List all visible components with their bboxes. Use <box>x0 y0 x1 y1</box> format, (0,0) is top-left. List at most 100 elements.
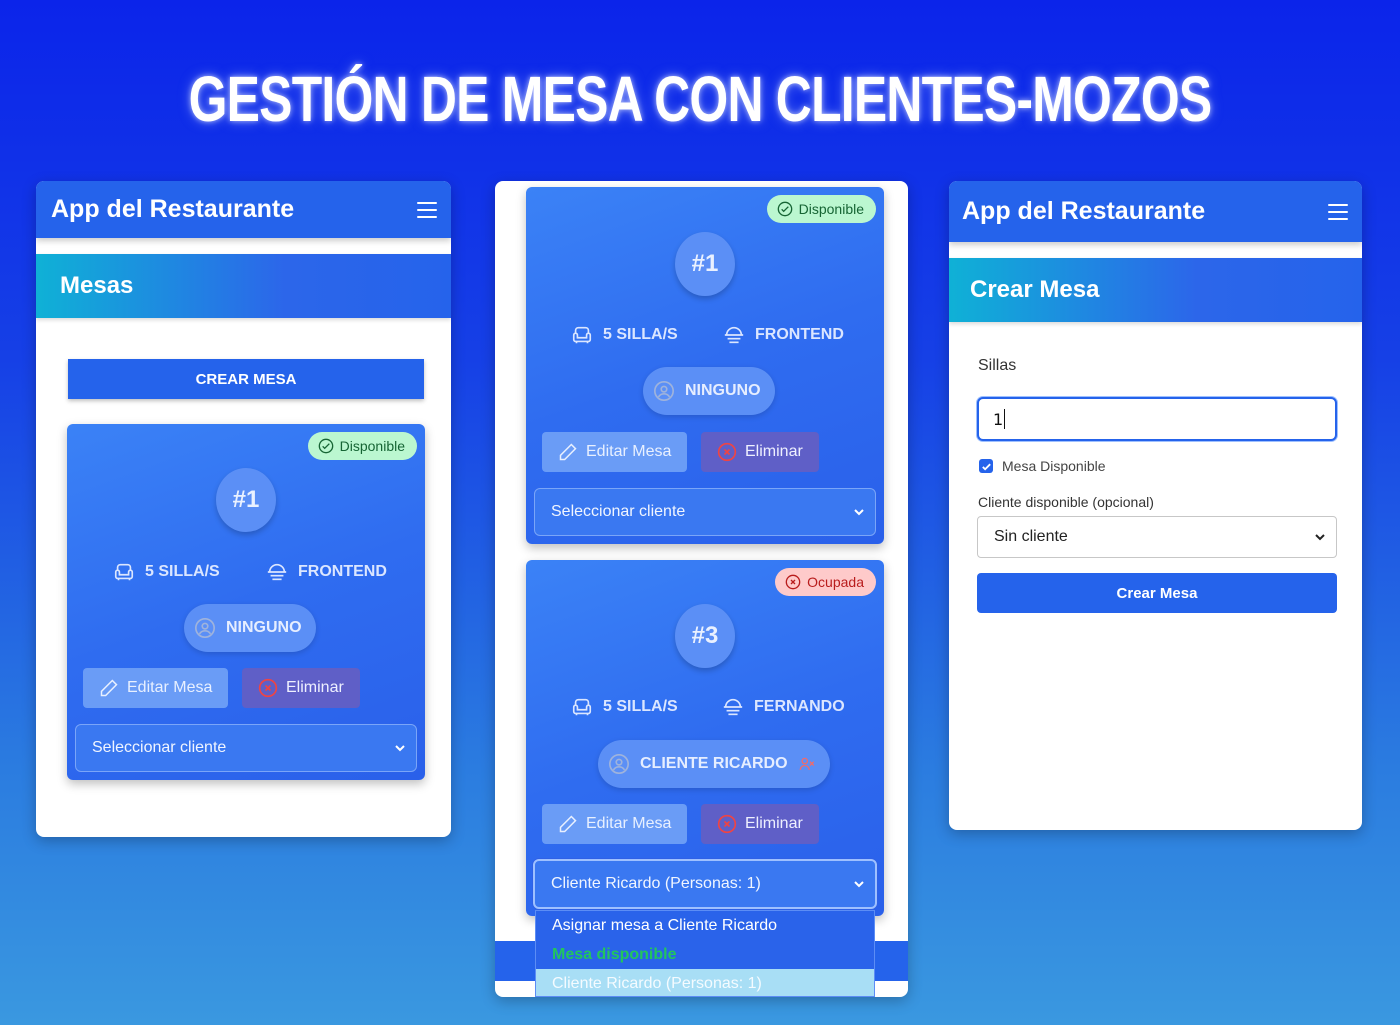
status-text: Disponible <box>339 438 405 454</box>
hamburger-icon[interactable] <box>1328 203 1348 220</box>
available-checkbox[interactable] <box>979 459 993 473</box>
seats-input[interactable]: 1 <box>977 397 1337 441</box>
client-text: NINGUNO <box>685 382 761 399</box>
edit-table-button[interactable]: Editar Mesa <box>542 432 688 472</box>
user-circle-icon <box>609 754 629 774</box>
mesas-panel: App del Restaurante Mesas CREAR MESA Dis… <box>36 181 451 837</box>
chevron-down-icon <box>1315 534 1325 541</box>
seats-text: 5 SILLA/S <box>603 326 678 343</box>
client-select-value: Sin cliente <box>994 528 1068 545</box>
create-table-button[interactable]: CREAR MESA <box>68 359 424 399</box>
client-select-dropdown: Asignar mesa a Cliente Ricardo Mesa disp… <box>535 910 875 997</box>
client-select[interactable]: Sin cliente <box>977 516 1337 558</box>
check-icon <box>981 463 991 471</box>
client-select-value: Cliente Ricardo (Personas: 1) <box>551 875 761 892</box>
waiter-hat-icon <box>267 563 287 581</box>
section-title-text: Mesas <box>60 272 134 299</box>
text-caret <box>1004 409 1006 429</box>
edit-table-button[interactable]: Editar Mesa <box>542 804 688 844</box>
edit-table-button[interactable]: Editar Mesa <box>83 668 229 708</box>
check-circle-icon <box>777 201 792 217</box>
delete-label: Eliminar <box>745 815 803 832</box>
client-select[interactable]: Seleccionar cliente <box>75 724 417 772</box>
status-text: Ocupada <box>807 574 864 590</box>
table-number: #3 <box>675 604 735 668</box>
seats-text: 5 SILLA/S <box>603 698 678 715</box>
create-table-submit-button[interactable]: Crear Mesa <box>977 573 1337 613</box>
table-number: #1 <box>675 232 735 296</box>
waiter-info: FRONTEND <box>723 324 844 346</box>
client-text: CLIENTE RICARDO <box>640 755 788 772</box>
x-circle-icon <box>717 442 737 462</box>
status-badge: Ocupada <box>775 568 876 596</box>
mesas-scroll-panel: Disponible #1 5 SILLA/S FRONTEND NINGUNO… <box>495 181 908 997</box>
submit-label: Crear Mesa <box>1116 584 1198 602</box>
x-circle-icon <box>785 574 801 590</box>
section-title: Crear Mesa <box>949 258 1362 322</box>
client-pill: CLIENTE RICARDO <box>598 740 830 788</box>
waiter-hat-icon <box>724 326 744 344</box>
table-card: Disponible #1 5 SILLA/S FRONTEND NINGUNO… <box>526 187 884 544</box>
delete-label: Eliminar <box>745 443 803 460</box>
seats-text: 5 SILLA/S <box>145 563 220 580</box>
chevron-down-icon <box>854 509 864 516</box>
client-label: Cliente disponible (opcional) <box>978 494 1154 510</box>
delete-table-button[interactable]: Eliminar <box>701 432 819 472</box>
waiter-info: FRONTEND <box>266 561 387 583</box>
client-select[interactable]: Seleccionar cliente <box>534 488 876 536</box>
status-text: Disponible <box>798 201 864 217</box>
waiter-text: FRONTEND <box>755 326 844 343</box>
client-select-value: Seleccionar cliente <box>92 739 227 756</box>
edit-label: Editar Mesa <box>586 815 672 832</box>
app-header: App del Restaurante <box>36 181 451 238</box>
client-select[interactable]: Cliente Ricardo (Personas: 1) <box>533 859 877 909</box>
table-card: Ocupada #3 5 SILLA/S FERNANDO CLIENTE RI… <box>526 560 884 916</box>
seats-input-value: 1 <box>993 409 1004 429</box>
table-card: Disponible #1 5 SILLA/S FRONTEND NINGUNO… <box>67 424 425 780</box>
edit-label: Editar Mesa <box>586 443 672 460</box>
app-header: App del Restaurante <box>949 181 1362 242</box>
edit-label: Editar Mesa <box>127 679 213 696</box>
chevron-down-icon <box>395 745 405 752</box>
create-table-button-label: CREAR MESA <box>195 370 297 388</box>
x-circle-icon <box>258 678 278 698</box>
armchair-icon <box>114 563 134 581</box>
dropdown-option[interactable]: Mesa disponible <box>536 940 874 969</box>
user-circle-icon <box>195 618 215 638</box>
waiter-info: FERNANDO <box>722 696 845 718</box>
check-circle-icon <box>318 438 333 454</box>
user-x-icon[interactable] <box>798 755 816 773</box>
status-badge: Disponible <box>307 432 417 460</box>
client-select-value: Seleccionar cliente <box>551 503 686 520</box>
app-title: App del Restaurante <box>51 195 295 223</box>
waiter-text: FERNANDO <box>754 698 845 715</box>
waiter-text: FRONTEND <box>298 563 387 580</box>
available-checkbox-label: Mesa Disponible <box>1002 458 1106 474</box>
client-text: NINGUNO <box>226 619 302 636</box>
delete-table-button[interactable]: Eliminar <box>242 668 360 708</box>
crear-mesa-panel: App del Restaurante Crear Mesa Sillas 1 … <box>949 181 1362 830</box>
chevron-down-icon <box>854 881 864 888</box>
page-headline: GESTIÓN DE MESA CON CLIENTES-MOZOS <box>188 63 1213 135</box>
dropdown-option[interactable]: Asignar mesa a Cliente Ricardo <box>536 911 874 940</box>
section-title-text: Crear Mesa <box>970 276 1100 303</box>
seats-info: 5 SILLA/S <box>113 561 220 583</box>
section-title: Mesas <box>36 254 451 318</box>
seats-info: 5 SILLA/S <box>571 696 678 718</box>
app-title: App del Restaurante <box>962 197 1206 225</box>
dropdown-option-selected[interactable]: Cliente Ricardo (Personas: 1) <box>536 969 874 996</box>
delete-label: Eliminar <box>286 679 344 696</box>
seats-label: Sillas <box>978 357 1017 374</box>
x-circle-icon <box>717 814 737 834</box>
table-number: #1 <box>216 468 276 532</box>
user-circle-icon <box>654 381 674 401</box>
hamburger-icon[interactable] <box>417 201 437 218</box>
status-badge: Disponible <box>766 195 876 223</box>
client-pill: NINGUNO <box>184 604 316 652</box>
armchair-icon <box>572 326 592 344</box>
pencil-icon <box>559 815 577 833</box>
seats-info: 5 SILLA/S <box>571 324 678 346</box>
armchair-icon <box>572 698 592 716</box>
pencil-icon <box>559 443 577 461</box>
delete-table-button[interactable]: Eliminar <box>701 804 819 844</box>
